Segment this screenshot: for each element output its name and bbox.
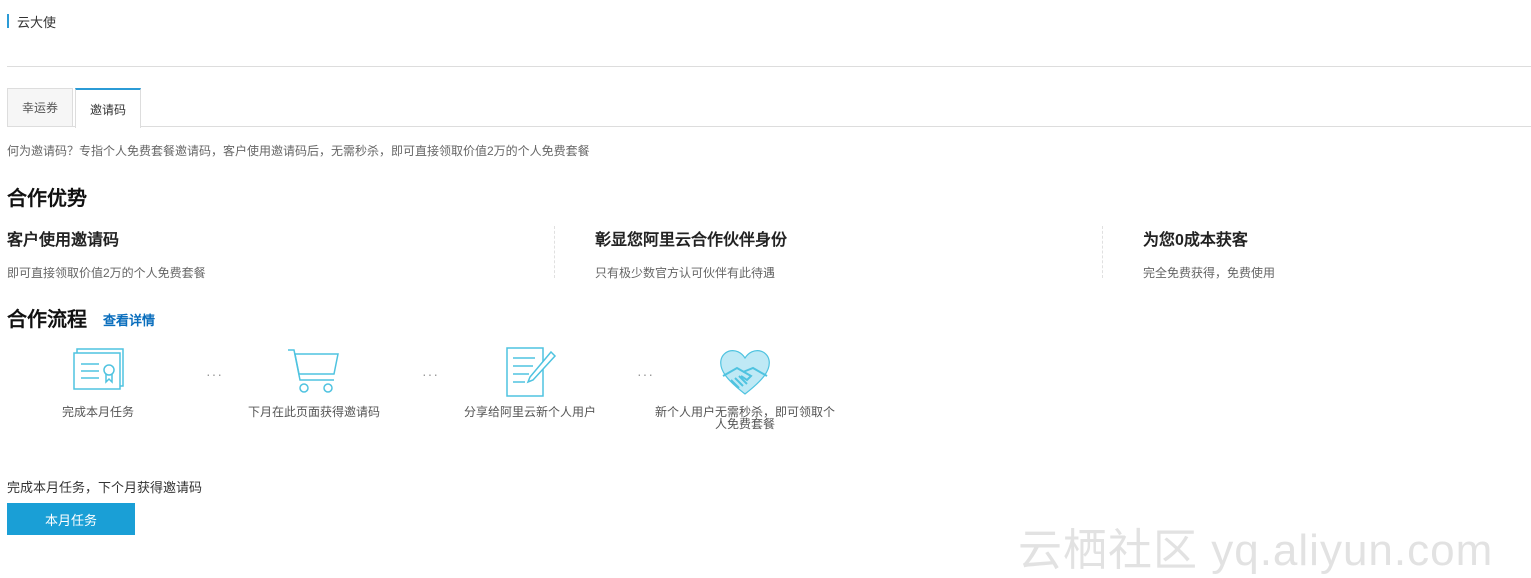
certificate-icon (73, 348, 124, 390)
step-label: 完成本月任务 (61, 405, 134, 419)
watermark: 云栖社区 yq.aliyun.com (1018, 526, 1494, 575)
document-edit-icon (506, 347, 557, 397)
header-divider (7, 66, 1531, 67)
page-header: 云大使 (7, 13, 57, 30)
intro-text: 何为邀请码？专指个人免费套餐邀请码，客户使用邀请码后，无需秒杀，即可直接领取价值… (7, 144, 590, 158)
step-label: 分享给阿里云新个人用户 (463, 405, 596, 419)
advantage-title: 客户使用邀请码 (7, 232, 120, 249)
step-label: 新个人用户无需秒杀，即可领取个人免费套餐 (655, 405, 836, 431)
advantage-separator (1102, 226, 1103, 278)
header-accent-bar (7, 14, 9, 28)
monthly-task-button[interactable]: 本月任务 (7, 503, 135, 535)
process-step: 新个人用户无需秒杀，即可领取个人免费套餐 (655, 346, 835, 430)
task-note: 完成本月任务，下个月获得邀请码 (7, 480, 203, 495)
process-step: 完成本月任务 (0, 346, 198, 418)
process-step: 下月在此页面获得邀请码 (214, 346, 414, 418)
view-details-link[interactable]: 查看详情 (103, 310, 155, 329)
step-label: 下月在此页面获得邀请码 (247, 405, 380, 419)
advantage-title: 为您0成本获客 (1143, 232, 1248, 249)
process-step: 分享给阿里云新个人用户 (430, 346, 630, 418)
cart-icon (288, 349, 339, 393)
advantage-item: 客户使用邀请码 即可直接领取价值2万的个人免费套餐 (7, 226, 206, 280)
page-title: 云大使 (17, 14, 57, 30)
advantage-item: 彰显您阿里云合作伙伴身份 只有极少数官方认可伙伴有此待遇 (595, 226, 788, 280)
advantage-desc: 只有极少数官方认可伙伴有此待遇 (595, 266, 776, 280)
handshake-icon (720, 350, 770, 395)
advantage-title: 彰显您阿里云合作伙伴身份 (595, 232, 788, 249)
tab-lucky-coupon[interactable]: 幸运券 (7, 88, 74, 126)
advantage-separator (554, 226, 555, 278)
tab-invite-code[interactable]: 邀请码 (75, 88, 142, 128)
step-separator: ··· (637, 366, 654, 382)
advantages-heading: 合作优势 (7, 188, 87, 210)
advantage-desc: 即可直接领取价值2万的个人免费套餐 (7, 266, 206, 280)
process-heading: 合作流程 (7, 309, 87, 331)
advantage-desc: 完全免费获得，免费使用 (1143, 266, 1276, 280)
advantage-item: 为您0成本获客 完全免费获得，免费使用 (1143, 226, 1276, 280)
tab-bar: 幸运券 邀请码 (7, 88, 1531, 128)
